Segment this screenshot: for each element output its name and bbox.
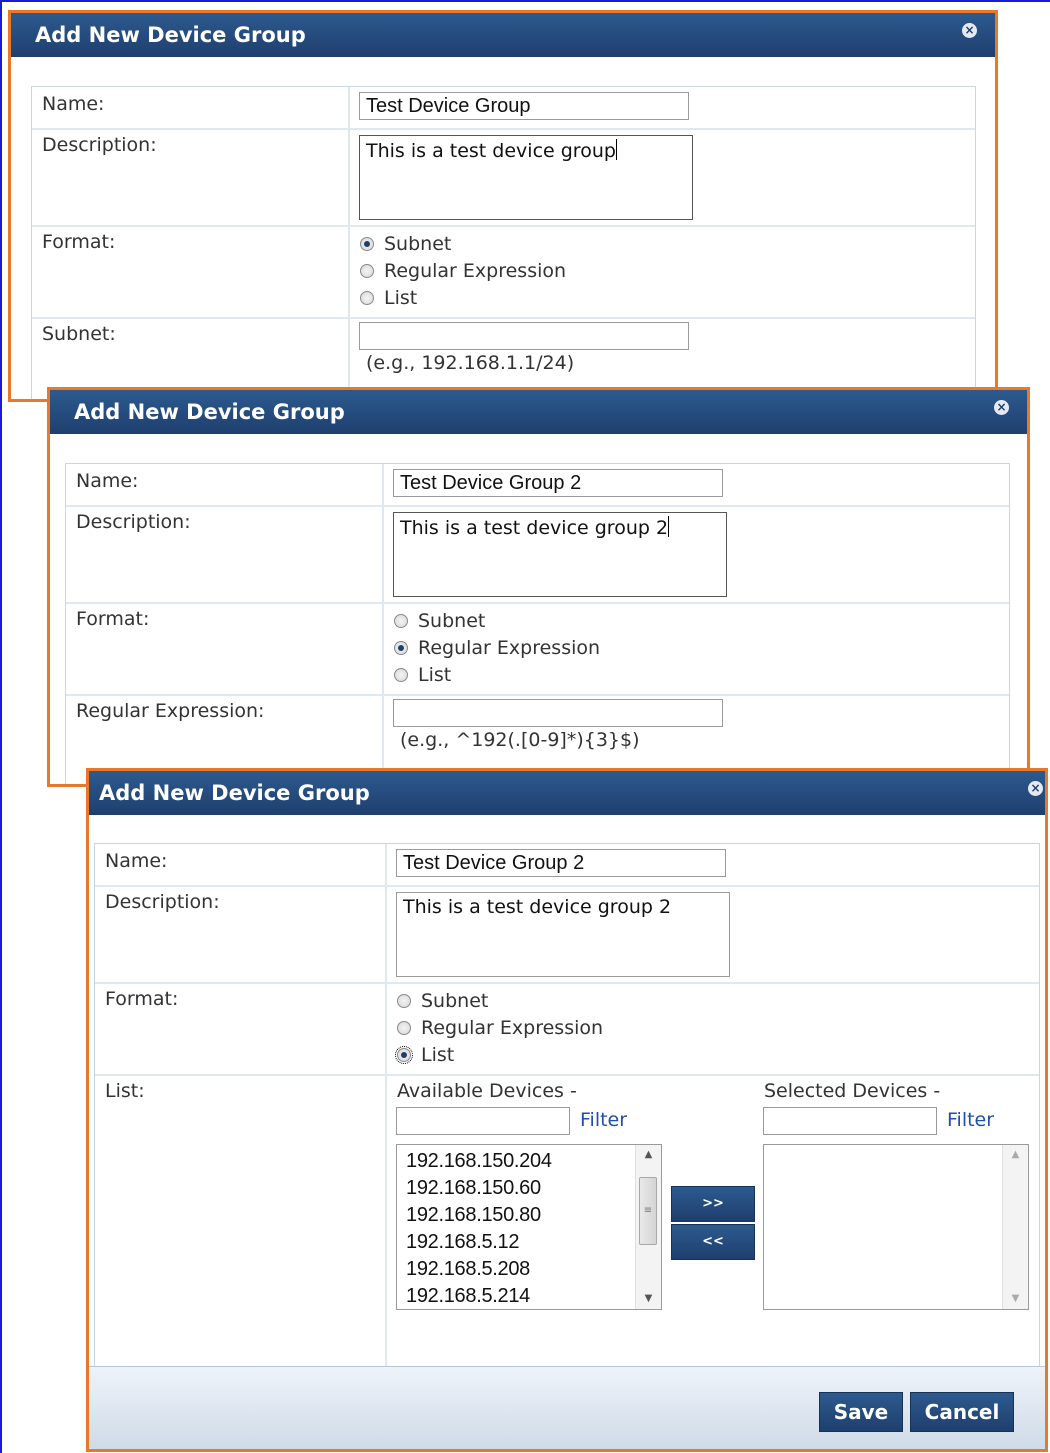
description-label: Description: bbox=[76, 511, 191, 533]
name-input[interactable]: Test Device Group 2 bbox=[393, 469, 723, 497]
add-device-group-dialog-subnet: Add New Device Group × Name: Test Device… bbox=[8, 10, 998, 402]
available-filter-link[interactable]: Filter bbox=[580, 1109, 627, 1131]
scroll-down-arrow-icon[interactable]: ▼ bbox=[1003, 1289, 1028, 1309]
scroll-down-arrow-icon[interactable]: ▼ bbox=[636, 1289, 661, 1309]
close-icon[interactable]: × bbox=[994, 400, 1009, 415]
list-item[interactable]: 192.168.150.80 bbox=[397, 1202, 661, 1229]
list-item[interactable]: 192.168.5.214 bbox=[397, 1283, 661, 1309]
available-devices-listbox[interactable]: 192.168.150.204 192.168.150.60 192.168.1… bbox=[396, 1144, 662, 1310]
dialog-title: Add New Device Group bbox=[74, 400, 345, 424]
name-row: Name: Test Device Group 2 bbox=[95, 844, 1039, 887]
radio-subnet[interactable] bbox=[360, 237, 374, 251]
dialog-titlebar: Add New Device Group × bbox=[11, 13, 995, 57]
name-input[interactable]: Test Device Group 2 bbox=[396, 849, 726, 877]
description-row: Description: This is a test device group bbox=[32, 128, 975, 227]
dialog-titlebar: Add New Device Group × bbox=[50, 390, 1027, 434]
scroll-up-arrow-icon[interactable]: ▲ bbox=[636, 1145, 661, 1165]
description-label: Description: bbox=[105, 891, 220, 913]
name-label: Name: bbox=[42, 93, 105, 115]
format-row: Format: Subnet Regular Expression List bbox=[32, 225, 975, 319]
format-option-list[interactable]: List bbox=[394, 662, 451, 688]
format-option-subnet[interactable]: Subnet bbox=[394, 608, 485, 634]
selected-scrollbar[interactable]: ▲ ▼ bbox=[1002, 1145, 1028, 1309]
add-device-button[interactable]: >> bbox=[671, 1186, 755, 1222]
scroll-up-arrow-icon[interactable]: ▲ bbox=[1003, 1145, 1028, 1165]
text-caret bbox=[615, 139, 617, 160]
format-row: Format: Subnet Regular Expression List bbox=[95, 982, 1039, 1076]
dialog-footer: Save Cancel bbox=[89, 1366, 1045, 1449]
format-option-regex[interactable]: Regular Expression bbox=[360, 258, 566, 284]
list-item[interactable]: 192.168.5.12 bbox=[397, 1229, 661, 1256]
format-label: Format: bbox=[42, 231, 116, 253]
radio-list[interactable] bbox=[360, 291, 374, 305]
close-icon[interactable]: × bbox=[962, 23, 977, 38]
dialog-title: Add New Device Group bbox=[99, 781, 370, 805]
text-caret bbox=[668, 516, 670, 537]
format-option-list[interactable]: List bbox=[395, 1042, 454, 1068]
radio-list[interactable] bbox=[395, 1046, 413, 1064]
name-row: Name: Test Device Group bbox=[32, 87, 975, 130]
description-textarea[interactable]: This is a test device group 2 bbox=[396, 892, 730, 977]
available-scrollbar[interactable]: ▲ ≡ ▼ bbox=[635, 1145, 661, 1309]
format-label: Format: bbox=[76, 608, 150, 630]
format-option-list[interactable]: List bbox=[360, 285, 417, 311]
selected-filter-input[interactable] bbox=[763, 1107, 937, 1135]
format-label: Format: bbox=[105, 988, 179, 1010]
format-option-regex[interactable]: Regular Expression bbox=[397, 1015, 603, 1041]
add-device-group-dialog-regex: Add New Device Group × Name: Test Device… bbox=[47, 387, 1030, 787]
format-row: Format: Subnet Regular Expression List bbox=[66, 602, 1009, 696]
format-option-regex[interactable]: Regular Expression bbox=[394, 635, 600, 661]
scroll-thumb[interactable]: ≡ bbox=[639, 1177, 657, 1245]
dialog-titlebar: Add New Device Group × bbox=[89, 771, 1045, 815]
list-item[interactable]: 192.168.5.208 bbox=[397, 1256, 661, 1283]
regex-input[interactable] bbox=[393, 699, 723, 727]
available-devices-label: Available Devices - bbox=[397, 1080, 577, 1102]
radio-regex[interactable] bbox=[360, 264, 374, 278]
format-option-subnet[interactable]: Subnet bbox=[360, 231, 451, 257]
description-row: Description: This is a test device group… bbox=[95, 885, 1039, 984]
subnet-input[interactable] bbox=[359, 322, 689, 350]
device-group-form: Name: Test Device Group 2 Description: T… bbox=[94, 843, 1040, 1374]
name-input[interactable]: Test Device Group bbox=[359, 92, 689, 120]
selected-devices-label: Selected Devices - bbox=[764, 1080, 941, 1102]
radio-regex[interactable] bbox=[397, 1021, 411, 1035]
selected-filter-link[interactable]: Filter bbox=[947, 1109, 994, 1131]
list-row: List: Available Devices - Filter 192.168… bbox=[95, 1074, 1039, 1374]
subnet-label: Subnet: bbox=[42, 323, 116, 345]
close-icon[interactable]: × bbox=[1028, 781, 1043, 796]
add-device-group-dialog-list: Add New Device Group × Name: Test Device… bbox=[86, 768, 1048, 1452]
remove-device-button[interactable]: << bbox=[671, 1224, 755, 1260]
description-textarea[interactable]: This is a test device group bbox=[359, 135, 693, 220]
description-row: Description: This is a test device group… bbox=[66, 505, 1009, 604]
regex-hint: (e.g., ^192(.[0-9]*){3}$) bbox=[400, 729, 640, 751]
description-label: Description: bbox=[42, 134, 157, 156]
name-label: Name: bbox=[105, 850, 168, 872]
cancel-button[interactable]: Cancel bbox=[910, 1392, 1014, 1432]
radio-list[interactable] bbox=[394, 668, 408, 682]
device-group-form: Name: Test Device Group Description: Thi… bbox=[31, 86, 976, 399]
regex-label: Regular Expression: bbox=[76, 700, 265, 722]
format-option-subnet[interactable]: Subnet bbox=[397, 988, 488, 1014]
radio-subnet[interactable] bbox=[394, 614, 408, 628]
available-filter-input[interactable] bbox=[396, 1107, 570, 1135]
list-label: List: bbox=[105, 1080, 145, 1102]
radio-subnet[interactable] bbox=[397, 994, 411, 1008]
dialog-title: Add New Device Group bbox=[35, 23, 306, 47]
subnet-hint: (e.g., 192.168.1.1/24) bbox=[366, 352, 575, 374]
list-item[interactable]: 192.168.150.60 bbox=[397, 1175, 661, 1202]
radio-regex[interactable] bbox=[394, 641, 408, 655]
save-button[interactable]: Save bbox=[819, 1392, 903, 1432]
list-item[interactable]: 192.168.150.204 bbox=[397, 1148, 661, 1175]
description-textarea[interactable]: This is a test device group 2 bbox=[393, 512, 727, 597]
name-row: Name: Test Device Group 2 bbox=[66, 464, 1009, 507]
name-label: Name: bbox=[76, 470, 139, 492]
selected-devices-listbox[interactable]: ▲ ▼ bbox=[763, 1144, 1029, 1310]
device-group-form: Name: Test Device Group 2 Description: T… bbox=[65, 463, 1010, 784]
